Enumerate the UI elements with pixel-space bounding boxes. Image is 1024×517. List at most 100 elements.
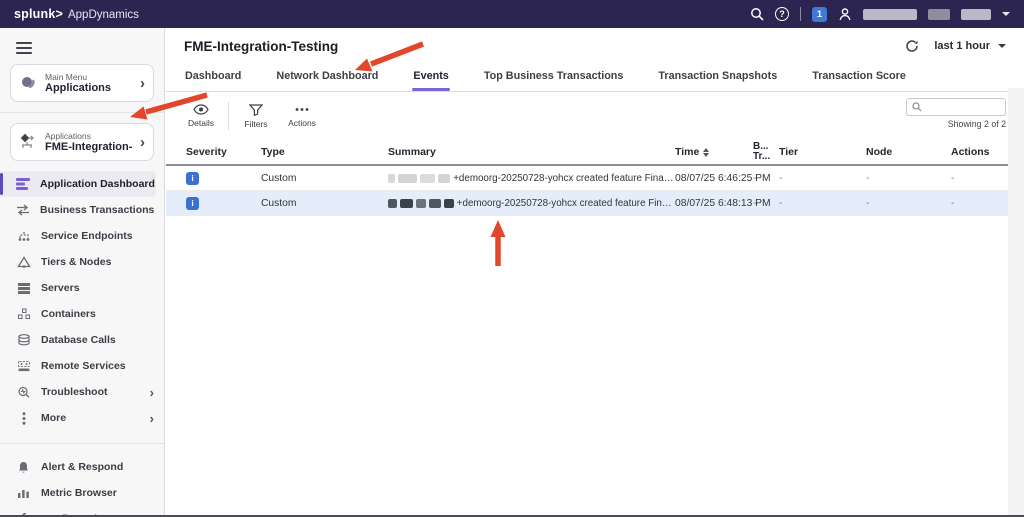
sidebar: Main Menu Applications › Applications FM… (0, 28, 165, 517)
app-context-label: FME-Integration-Te... (45, 141, 132, 153)
refresh-icon[interactable] (904, 38, 920, 54)
col-bt-line2: Tr... (753, 152, 770, 163)
summary-text: +demoorg-20250728-yohcx created feature … (453, 173, 675, 184)
troubleshoot-icon (16, 386, 31, 398)
page-title: FME-Integration-Testing (184, 39, 338, 54)
sidebar-item-application-dashboard[interactable]: Application Dashboard (0, 171, 156, 197)
events-toolbar: Details Filters Actions Showing 2 of 2 (166, 92, 1024, 140)
cell-node: - (866, 198, 951, 209)
topbar-actions: ? 1 (750, 7, 1010, 22)
sidebar-nav: Application Dashboard Business Transacti… (0, 171, 164, 431)
redacted-text (438, 174, 450, 183)
more-icon (16, 412, 31, 425)
redacted-username (863, 9, 917, 20)
dashboard-icon (16, 178, 30, 190)
tab-events[interactable]: Events (412, 64, 449, 91)
sidebar-item-remote-services[interactable]: Remote Services (0, 353, 164, 379)
showing-count: Showing 2 of 2 (906, 119, 1006, 129)
sidebar-item-containers[interactable]: Containers (0, 301, 164, 327)
hamburger-menu-icon[interactable] (16, 42, 32, 54)
table-row[interactable]: i Custom +demoorg-20250728-yohcx created… (166, 166, 1024, 191)
cell-actions: - (951, 198, 1011, 209)
main-menu-card[interactable]: Main Menu Applications › (10, 64, 154, 102)
details-button[interactable]: Details (178, 104, 224, 128)
cell-type: Custom (261, 198, 388, 209)
redacted-text (444, 199, 454, 208)
topbar-divider (800, 7, 801, 21)
cell-time: 08/07/25 6:48:13 PM (675, 198, 753, 209)
sidebar-item-servers[interactable]: Servers (0, 275, 164, 301)
app-window: splunk> AppDynamics ? 1 Mai (0, 0, 1024, 517)
sidebar-item-label: Application Dashboard (40, 178, 155, 190)
col-type: Type (261, 146, 388, 158)
sidebar-item-alert-respond[interactable]: Alert & Respond (0, 454, 164, 480)
cell-summary: +demoorg-20250728-yohcx created feature … (388, 198, 675, 209)
ellipsis-icon (294, 104, 310, 115)
sidebar-item-label: Servers (41, 282, 154, 294)
toolbar-divider (228, 102, 229, 130)
sidebar-item-metric-browser[interactable]: Metric Browser (0, 480, 164, 506)
sidebar-item-troubleshoot[interactable]: Troubleshoot › (0, 379, 164, 405)
user-icon[interactable] (838, 7, 852, 21)
chevron-right-icon: › (140, 135, 145, 150)
sidebar-item-label: Containers (41, 308, 154, 320)
right-gutter (1008, 88, 1024, 517)
endpoints-icon (16, 230, 31, 242)
cell-business-transaction: - (753, 173, 779, 184)
database-icon (16, 334, 31, 346)
tab-dashboard[interactable]: Dashboard (184, 64, 242, 91)
table-search (906, 98, 1006, 116)
tiers-nodes-icon (16, 256, 31, 268)
col-actions: Actions (951, 146, 1011, 158)
actions-button-label: Actions (288, 118, 316, 128)
servers-icon (16, 282, 31, 294)
sidebar-item-database-calls[interactable]: Database Calls (0, 327, 164, 353)
sidebar-item-tiers-nodes[interactable]: Tiers & Nodes (0, 249, 164, 275)
tab-transaction-snapshots[interactable]: Transaction Snapshots (657, 64, 778, 91)
user-menu-caret-icon[interactable] (1002, 12, 1010, 16)
application-context-card[interactable]: Applications FME-Integration-Te... › (10, 123, 154, 161)
search-icon[interactable] (750, 7, 764, 21)
search-input[interactable] (926, 101, 996, 114)
sidebar-item-label: Tiers & Nodes (41, 256, 154, 268)
cell-actions: - (951, 173, 1011, 184)
tab-top-business-transactions[interactable]: Top Business Transactions (483, 64, 625, 91)
search-icon (912, 102, 922, 112)
sort-icon[interactable] (703, 148, 709, 157)
sidebar-item-business-transactions[interactable]: Business Transactions (0, 197, 164, 223)
details-button-label: Details (188, 118, 214, 128)
applications-menu-icon (19, 75, 37, 91)
actions-button[interactable]: Actions (279, 104, 325, 128)
app-context-eyebrow: Applications (45, 131, 132, 141)
sidebar-item-label: Alert & Respond (41, 461, 154, 473)
tab-transaction-score[interactable]: Transaction Score (811, 64, 907, 91)
table-row[interactable]: i Custom +demoorg-20250728-yohcx created… (166, 191, 1024, 216)
chevron-right-icon: › (150, 385, 154, 400)
sidebar-footer-nav: Alert & Respond Metric Browser Configura… (0, 454, 164, 517)
filters-button[interactable]: Filters (233, 104, 279, 129)
help-icon[interactable]: ? (775, 7, 789, 21)
sidebar-item-label: More (41, 412, 140, 424)
application-icon (19, 133, 37, 151)
sidebar-item-service-endpoints[interactable]: Service Endpoints (0, 223, 164, 249)
main-menu-eyebrow: Main Menu (45, 72, 132, 82)
redacted-text (388, 199, 397, 208)
sidebar-divider (0, 112, 164, 113)
info-severity-icon: i (186, 172, 199, 185)
transactions-icon (16, 204, 30, 216)
col-time[interactable]: Time (675, 146, 753, 158)
notification-badge[interactable]: 1 (812, 7, 827, 22)
appdynamics-logo-text: AppDynamics (68, 9, 139, 21)
info-severity-icon: i (186, 197, 199, 210)
bell-icon (16, 461, 31, 474)
time-range-selector[interactable]: last 1 hour (934, 40, 1006, 52)
main-content: FME-Integration-Testing last 1 hour Dash… (166, 28, 1024, 517)
sidebar-item-label: Database Calls (41, 334, 154, 346)
redacted-text (400, 199, 413, 208)
sidebar-item-more[interactable]: More › (0, 405, 164, 431)
sidebar-item-label: Service Endpoints (41, 230, 154, 242)
cell-business-transaction: - (753, 198, 779, 209)
tab-network-dashboard[interactable]: Network Dashboard (275, 64, 379, 91)
col-severity: Severity (186, 146, 261, 158)
cell-tier: - (779, 198, 866, 209)
